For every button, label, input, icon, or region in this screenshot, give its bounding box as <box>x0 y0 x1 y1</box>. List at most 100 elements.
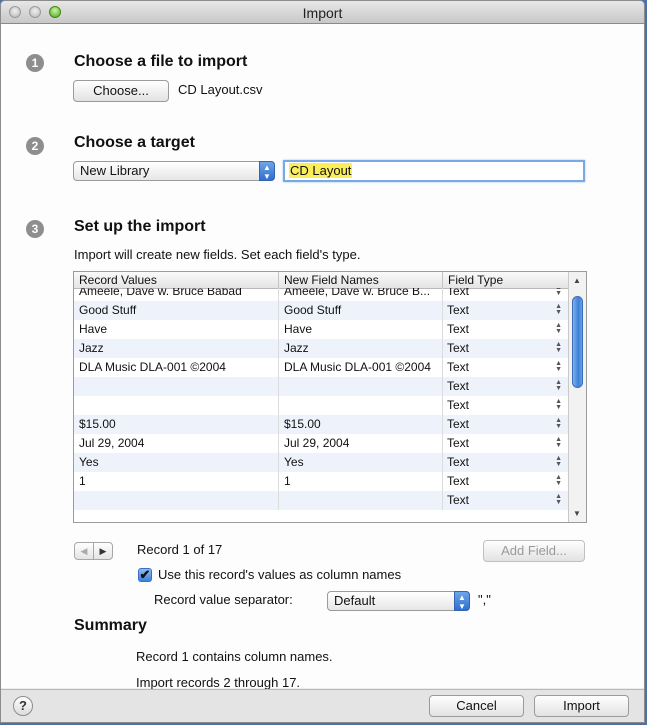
table-scrollbar[interactable]: ▲ ▼ <box>568 272 586 522</box>
field-type-value: Text <box>447 360 470 374</box>
table-row[interactable]: Have Have Text ▲ ▼ <box>74 320 568 339</box>
choose-file-button[interactable]: Choose... <box>73 80 169 102</box>
table-row[interactable]: Text ▲ ▼ <box>74 396 568 415</box>
separator-character: "," <box>478 592 491 607</box>
popup-arrows-icon: ▲▼ <box>555 360 562 373</box>
popup-arrows-icon: ▲▼ <box>555 303 562 316</box>
scroll-up-icon[interactable]: ▲ <box>573 276 581 285</box>
popup-arrows-icon: ▲▼ <box>555 455 562 468</box>
add-field-button[interactable]: Add Field... <box>483 540 585 562</box>
table-row[interactable]: Ameele, Dave w. Bruce Babad Ameele, Dave … <box>74 288 568 301</box>
file-name: CD Layout.csv <box>178 82 263 97</box>
button-bar: ? Cancel Import <box>1 689 644 722</box>
field-type-popup[interactable]: Text ▲▼ <box>443 396 568 415</box>
import-button[interactable]: Import <box>534 695 629 717</box>
separator-popup[interactable]: Default ▲ ▼ <box>327 591 470 611</box>
field-type-popup[interactable]: Text ▲▼ <box>443 415 568 434</box>
prev-record-button[interactable]: ◀ <box>74 542 94 560</box>
record-counter: Record 1 of 17 <box>137 542 223 557</box>
cell-new-field-name[interactable]: Ameele, Dave w. Bruce B... <box>279 288 443 301</box>
cell-new-field-name[interactable]: DLA Music DLA-001 ©2004 <box>279 358 443 377</box>
table-row[interactable]: 1 1 Text ▲ ▼ <box>74 472 568 491</box>
cell-new-field-name[interactable]: Good Stuff <box>279 301 443 320</box>
field-type-value: Text <box>447 436 470 450</box>
cell-new-field-name[interactable] <box>279 396 443 415</box>
cell-new-field-name[interactable] <box>279 377 443 396</box>
table-row[interactable]: Text ▲ ▼ <box>74 377 568 396</box>
scroll-thumb[interactable] <box>572 296 583 388</box>
checkmark-icon: ✔ <box>139 567 151 582</box>
cell-new-field-name[interactable]: Have <box>279 320 443 339</box>
field-type-popup[interactable]: Text ▲▼ <box>443 320 568 339</box>
cell-new-field-name[interactable]: Yes <box>279 453 443 472</box>
field-mapping-table: Record Values New Field Names Field Type… <box>73 271 587 523</box>
cell-record-value: Yes <box>74 453 279 472</box>
cancel-button[interactable]: Cancel <box>429 695 524 717</box>
dialog-content: 1 Choose a file to import Choose... CD L… <box>1 24 644 690</box>
popup-arrows-icon: ▲▼ <box>555 398 562 411</box>
field-type-popup[interactable]: Text ▲▼ <box>443 453 568 472</box>
cell-record-value: Good Stuff <box>74 301 279 320</box>
field-type-value: Text <box>447 493 470 507</box>
scroll-down-icon[interactable]: ▼ <box>573 509 581 518</box>
column-header-new-field-names[interactable]: New Field Names <box>279 272 443 288</box>
separator-label: Record value separator: <box>154 592 293 607</box>
field-type-popup[interactable]: Text ▲▼ <box>443 377 568 396</box>
field-type-value: Text <box>447 303 470 317</box>
step-3-description: Import will create new fields. Set each … <box>74 247 361 262</box>
step-1-heading: Choose a file to import <box>74 53 248 70</box>
step-3-heading: Set up the import <box>74 218 206 235</box>
cell-record-value: Ameele, Dave w. Bruce Babad <box>74 288 279 301</box>
cell-record-value: Jazz <box>74 339 279 358</box>
help-button[interactable]: ? <box>13 696 33 716</box>
table-row[interactable]: Jazz Jazz Text ▲ ▼ <box>74 339 568 358</box>
cell-record-value: Jul 29, 2004 <box>74 434 279 453</box>
field-type-popup[interactable]: Text ▲▼ <box>443 301 568 320</box>
use-column-names-checkbox[interactable]: ✔ <box>138 568 152 582</box>
field-type-popup[interactable]: Text ▲▼ <box>443 339 568 358</box>
field-type-value: Text <box>447 455 470 469</box>
next-icon: ▶ <box>99 546 107 556</box>
field-type-popup[interactable]: Text ▲▼ <box>443 358 568 377</box>
import-window: Import 1 Choose a file to import Choose.… <box>0 0 645 723</box>
column-header-field-type[interactable]: Field Type <box>443 272 568 288</box>
cell-record-value <box>74 377 279 396</box>
table-row[interactable]: $15.00 $15.00 Text ▲ ▼ <box>74 415 568 434</box>
table-row[interactable]: Yes Yes Text ▲ ▼ <box>74 453 568 472</box>
cell-new-field-name[interactable]: Jazz <box>279 339 443 358</box>
field-type-popup[interactable]: Text ▲▼ <box>443 472 568 491</box>
target-popup[interactable]: New Library ▲ ▼ <box>73 161 275 181</box>
popup-arrows-icon: ▲▼ <box>555 436 562 449</box>
popup-arrows-icon: ▲▼ <box>555 417 562 430</box>
field-type-popup[interactable]: Text ▲▼ <box>443 288 568 301</box>
summary-line-1: Record 1 contains column names. <box>136 649 333 664</box>
title-bar[interactable]: Import <box>1 1 644 24</box>
field-type-value: Text <box>447 322 470 336</box>
cell-record-value: Have <box>74 320 279 339</box>
field-type-value: Text <box>447 341 470 355</box>
column-header-record-values[interactable]: Record Values <box>74 272 279 288</box>
table-row[interactable]: Good Stuff Good Stuff Text ▲ ▼ <box>74 301 568 320</box>
table-row[interactable]: DLA Music DLA-001 ©2004 DLA Music DLA-001… <box>74 358 568 377</box>
cell-new-field-name[interactable]: $15.00 <box>279 415 443 434</box>
step-3-badge: 3 <box>26 220 44 238</box>
cell-record-value: $15.00 <box>74 415 279 434</box>
table-row[interactable]: Text ▲ ▼ <box>74 491 568 510</box>
target-popup-value: New Library <box>80 163 150 178</box>
step-1-badge: 1 <box>26 54 44 72</box>
summary-heading: Summary <box>74 617 147 634</box>
library-name-value: CD Layout <box>289 163 353 178</box>
popup-arrows-icon: ▲▼ <box>555 474 562 487</box>
field-type-popup[interactable]: Text ▲▼ <box>443 491 568 510</box>
field-type-popup[interactable]: Text ▲▼ <box>443 434 568 453</box>
popup-arrows-icon: ▲▼ <box>555 379 562 392</box>
table-body: Ameele, Dave w. Bruce Babad Ameele, Dave … <box>74 288 568 522</box>
table-row[interactable]: Jul 29, 2004 Jul 29, 2004 Text ▲ ▼ <box>74 434 568 453</box>
cell-new-field-name[interactable]: Jul 29, 2004 <box>279 434 443 453</box>
cell-new-field-name[interactable]: 1 <box>279 472 443 491</box>
summary-line-2: Import records 2 through 17. <box>136 675 301 690</box>
library-name-field[interactable]: CD Layout <box>283 160 585 182</box>
field-type-value: Text <box>447 288 470 298</box>
cell-new-field-name[interactable] <box>279 491 443 510</box>
next-record-button[interactable]: ▶ <box>93 542 113 560</box>
